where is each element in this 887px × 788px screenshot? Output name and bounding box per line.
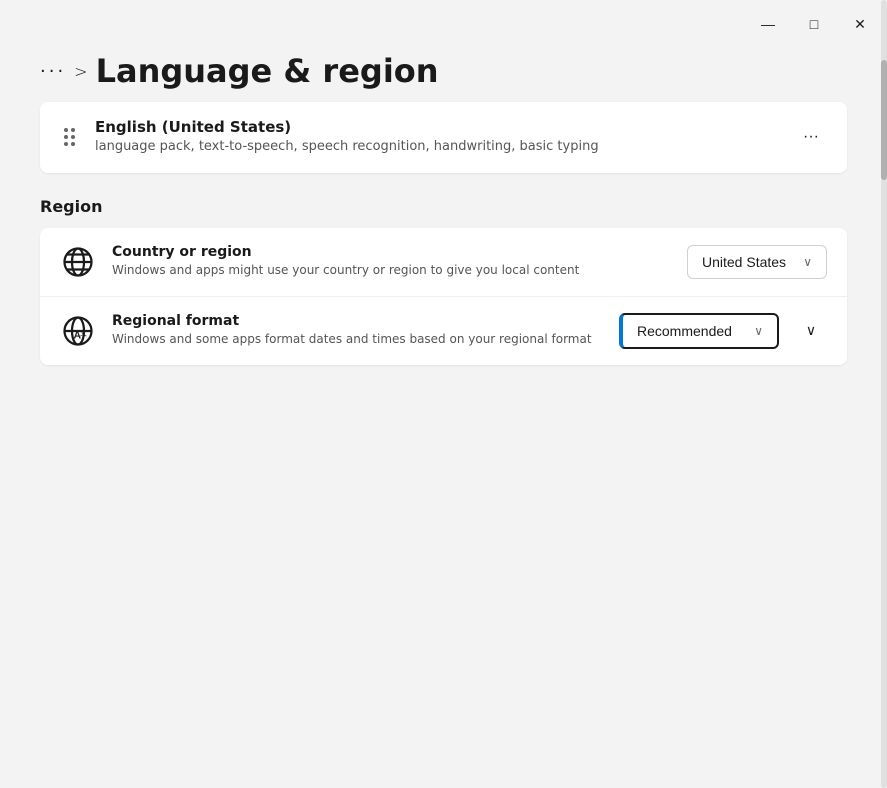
page-title: Language & region xyxy=(96,52,439,90)
format-chevron-icon: ∨ xyxy=(754,324,763,338)
maximize-button[interactable]: □ xyxy=(791,8,837,40)
drag-handle-row-2 xyxy=(64,135,75,139)
close-button[interactable]: ✕ xyxy=(837,8,883,40)
region-section-label: Region xyxy=(40,197,847,216)
drag-dot xyxy=(64,135,68,139)
language-more-button[interactable]: ··· xyxy=(795,121,827,153)
region-card: Country or region Windows and apps might… xyxy=(40,228,847,365)
regional-format-dropdown[interactable]: Recommended ∨ xyxy=(619,313,779,349)
regional-format-title: Regional format xyxy=(112,313,603,329)
main-content: ··· > Language & region xyxy=(0,48,887,788)
regional-format-text: Regional format Windows and some apps fo… xyxy=(112,313,603,348)
drag-dot xyxy=(71,135,75,139)
country-dropdown[interactable]: United States ∨ xyxy=(687,245,827,279)
country-region-title: Country or region xyxy=(112,244,671,260)
country-chevron-icon: ∨ xyxy=(803,255,812,269)
format-icon: A 文 xyxy=(60,313,96,349)
country-region-text: Country or region Windows and apps might… xyxy=(112,244,671,279)
drag-handle-row-3 xyxy=(64,142,75,146)
regional-format-desc: Windows and some apps format dates and t… xyxy=(112,331,603,348)
breadcrumb: ··· > Language & region xyxy=(40,48,847,90)
titlebar: — □ ✕ xyxy=(0,0,887,48)
scrollbar[interactable] xyxy=(881,0,887,788)
globe-icon xyxy=(60,244,96,280)
drag-handle-row-1 xyxy=(64,128,75,132)
svg-text:文: 文 xyxy=(80,327,88,337)
drag-handle[interactable] xyxy=(60,124,79,150)
language-info: English (United States) language pack, t… xyxy=(95,118,779,156)
scrollbar-thumb[interactable] xyxy=(881,60,887,180)
country-region-row: Country or region Windows and apps might… xyxy=(40,228,847,296)
drag-dot xyxy=(71,142,75,146)
language-name: English (United States) xyxy=(95,118,779,136)
breadcrumb-back-dots[interactable]: ··· xyxy=(40,61,66,82)
minimize-button[interactable]: — xyxy=(745,8,791,40)
regional-format-value: Recommended xyxy=(637,323,732,339)
regional-format-row: A 文 Regional format Windows and some app… xyxy=(40,296,847,365)
regional-format-expand-button[interactable]: ∨ xyxy=(795,315,827,347)
breadcrumb-chevron-icon: > xyxy=(74,62,87,81)
country-dropdown-value: United States xyxy=(702,254,786,270)
drag-dot xyxy=(64,142,68,146)
language-description: language pack, text-to-speech, speech re… xyxy=(95,138,779,156)
drag-dot xyxy=(71,128,75,132)
language-card: English (United States) language pack, t… xyxy=(40,102,847,172)
country-region-desc: Windows and apps might use your country … xyxy=(112,262,671,279)
drag-dot xyxy=(64,128,68,132)
window: — □ ✕ ··· > Language & region xyxy=(0,0,887,788)
expand-chevron-icon: ∨ xyxy=(806,322,816,339)
